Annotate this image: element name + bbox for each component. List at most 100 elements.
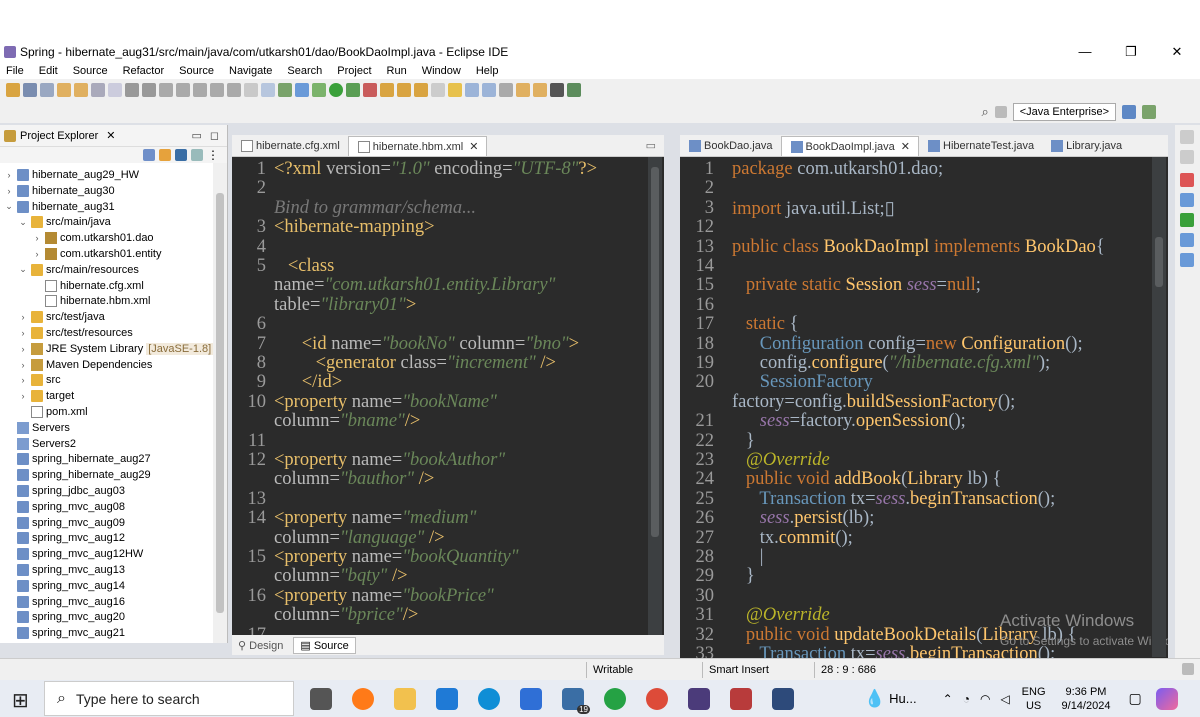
terminate-icon[interactable] [159,83,173,97]
tree-item[interactable]: › hibernate_aug29_HW [4,167,139,183]
menu-file[interactable]: File [6,65,24,77]
tab-bookdaoimpl[interactable]: BookDaoImpl.java ✕ [780,136,919,156]
menu-edit[interactable]: Edit [39,65,58,77]
tree-item[interactable]: spring_mvc_aug21 [4,625,125,641]
mark-occurrences-icon[interactable] [448,83,462,97]
view-menu-icon[interactable]: ⋮ [207,148,219,162]
tree-item[interactable]: › src/test/resources [18,325,133,341]
tree-scrollbar[interactable] [213,163,227,643]
windows-start-icon[interactable]: ⊞ [12,688,29,713]
new-java-project-icon[interactable] [380,83,394,97]
tree-item[interactable]: › src/test/java [18,309,105,325]
globe-icon[interactable] [295,83,309,97]
tree-twisty-icon[interactable]: › [18,391,28,401]
console-icon[interactable] [1180,213,1194,227]
network-icon[interactable]: ◔ [963,692,970,706]
save-all-icon[interactable] [40,83,54,97]
notification-center-icon[interactable]: ▢ [1128,690,1141,707]
next-edit-icon[interactable] [550,83,564,97]
tree-item[interactable]: spring_hibernate_aug27 [4,451,151,467]
vscode-icon[interactable] [436,687,458,710]
debug-icon[interactable] [312,83,326,97]
debug-perspective-icon[interactable] [1142,105,1156,119]
print-icon[interactable] [91,83,105,97]
search-icon[interactable] [108,83,122,97]
tree-item[interactable]: spring_mvc_aug09 [4,515,125,531]
tree-item[interactable]: › Maven Dependencies [18,357,152,373]
filter-icon[interactable] [175,149,187,161]
menu-source[interactable]: Source [73,65,108,77]
tree-twisty-icon[interactable]: › [4,170,14,180]
tree-twisty-icon[interactable]: › [18,344,28,354]
maximize-button[interactable]: ❐ [1108,42,1154,62]
tree-item[interactable]: › JRE System Library [JavaSE-1.8] [18,341,214,357]
tree-item[interactable]: spring_mvc_aug16 [4,594,125,610]
chrome-icon[interactable] [646,687,668,710]
tree-item[interactable]: › src [18,372,61,388]
edge-icon[interactable] [478,687,500,710]
mail-icon[interactable]: 19 [562,687,590,714]
open-perspective-icon[interactable] [994,106,1007,118]
tree-item[interactable]: spring_mvc_aug12 [4,530,125,546]
tab-bookdao[interactable]: BookDao.java [680,136,781,156]
java-scrollbar[interactable] [1152,157,1166,657]
tree-item[interactable]: › hibernate_aug30 [4,183,115,199]
winrar-icon[interactable] [730,687,752,710]
toggle-block-icon[interactable] [465,83,479,97]
tree-item[interactable]: ⌄ hibernate_aug31 [4,199,115,215]
terminal-icon[interactable] [567,83,581,97]
tree-item[interactable]: spring_mvc_aug12HW [4,546,143,562]
wifi-icon[interactable]: ◠ [980,692,990,706]
notifications-icon[interactable] [1182,663,1194,675]
tree-item[interactable]: › com.utkarsh01.dao [32,230,154,246]
step-into-icon[interactable] [193,83,207,97]
taskbar-search[interactable]: ⌕ Type here to search [44,681,294,716]
tree-twisty-icon[interactable]: ⌄ [18,264,28,275]
tree-item[interactable]: › com.utkarsh01.entity [32,246,162,262]
minimize-view-icon[interactable]: ▭ [191,129,201,142]
xml-scrollbar-thumb[interactable] [651,167,659,537]
java-scrollbar-thumb[interactable] [1155,237,1163,287]
app-icon[interactable] [772,687,794,710]
menu-window[interactable]: Window [422,65,461,77]
tree-item[interactable]: ⌄ src/main/java [18,214,111,230]
tree-item[interactable]: spring_hibernate_aug29 [4,467,151,483]
source-tab[interactable]: ▤ Source [293,636,356,654]
new-class-icon[interactable] [414,83,428,97]
tab-library[interactable]: Library.java [1042,136,1130,156]
tree-twisty-icon[interactable]: › [18,328,28,338]
tree-item[interactable]: spring_mvc_aug08 [4,499,125,515]
menu-run[interactable]: Run [387,65,407,77]
tree-item[interactable]: ⌄ src/main/resources [18,262,139,278]
outline-icon[interactable] [1180,193,1194,207]
problems-icon[interactable] [1180,173,1194,187]
java-perspective-icon[interactable] [1122,105,1136,119]
xml-scrollbar[interactable] [648,157,662,635]
weather-icon[interactable]: 💧 [864,689,885,709]
task-view-icon[interactable] [310,687,332,710]
copilot-icon[interactable] [1155,687,1178,710]
tree-twisty-icon[interactable]: › [18,375,28,385]
close-tab-icon[interactable]: ✕ [901,140,910,153]
close-tab-icon[interactable]: ✕ [469,140,478,153]
run-icon[interactable] [329,83,343,97]
save-icon[interactable] [23,83,37,97]
coverage-icon[interactable] [346,83,360,97]
suspend-icon[interactable] [142,83,156,97]
tree-item[interactable]: hibernate.cfg.xml [32,278,144,294]
web-icon[interactable] [278,83,292,97]
resume-icon[interactable] [125,83,139,97]
step-over-icon[interactable] [210,83,224,97]
new-package-icon[interactable] [397,83,411,97]
volume-icon[interactable]: ◁ [1000,692,1009,706]
side-minimize-icon[interactable] [1180,130,1194,144]
new-icon[interactable] [6,83,20,97]
forward-icon[interactable] [533,83,547,97]
tray-chevron-icon[interactable]: ⌃ [943,692,953,706]
tree-twisty-icon[interactable]: ⌄ [18,217,28,228]
servers-icon[interactable] [1180,253,1194,267]
menu-navigate[interactable]: Navigate [229,65,272,77]
tree-item[interactable]: Servers2 [4,436,76,452]
minimize-button[interactable]: — [1062,42,1108,62]
show-whitespace-icon[interactable] [482,83,496,97]
